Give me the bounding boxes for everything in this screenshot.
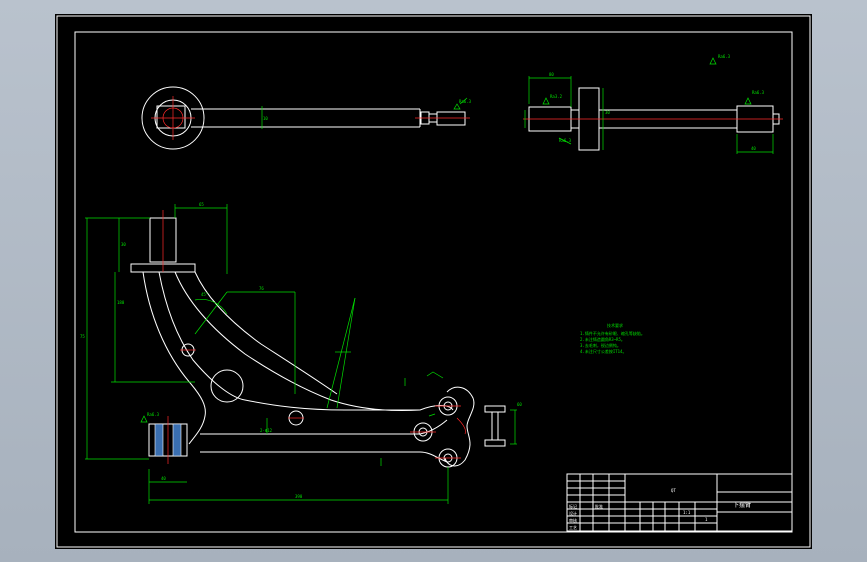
notes-line-1: 1.铸件不允许有砂眼、缩孔等缺陷。	[580, 330, 645, 336]
dim-top-right-h2: 30	[605, 110, 610, 115]
dim-main-upper-left: 30	[121, 242, 126, 247]
title-sheet: 1	[705, 517, 708, 522]
surface-mark-top-left: Ra6.3	[459, 99, 472, 104]
surface-mark-right-a: Ra3.2	[550, 94, 563, 99]
dim-top-right-h3: 40	[751, 146, 756, 151]
dim-main-mid: 76	[259, 286, 264, 291]
title-part-name: 下摆臂	[733, 501, 751, 509]
surface-mark-corner: Ra6.3	[718, 54, 731, 59]
dim-main-left-height-1: 180	[117, 300, 125, 305]
notes-line-2: 2.未注铸造圆角R3~R5。	[580, 336, 625, 342]
notes-line-3: 3.去毛刺，锐边倒钝。	[580, 342, 621, 348]
dim-main-hole-label: 2-Φ12	[260, 428, 273, 433]
dim-main-bottom: 390	[295, 494, 303, 499]
title-row-4: 工艺	[569, 525, 577, 530]
top-left-view: 10 Ra6.3	[141, 86, 472, 150]
dim-main-angle: 45°	[201, 292, 208, 297]
surface-mark-right-b: Ra6.3	[752, 90, 765, 95]
drawing-canvas: 10 Ra6.3 80 30 40 Ra3.2 Ra6.3 Ra6.3 Ra6.…	[56, 15, 811, 548]
cad-viewport: 10 Ra6.3 80 30 40 Ra3.2 Ra6.3 Ra6.3 Ra6.…	[0, 0, 867, 562]
title-scale: 1:1	[683, 510, 691, 515]
outer-frame	[56, 15, 811, 548]
dim-main-left-height-2: 75	[80, 334, 85, 339]
dim-top-right-h1: 80	[549, 72, 554, 77]
inner-frame	[74, 31, 793, 533]
title-row-1: 标记	[569, 503, 577, 509]
dim-main-right-height: 60	[517, 402, 522, 407]
title-row-2: 设计	[569, 510, 577, 516]
title-row-3: 审核	[569, 517, 577, 523]
notes-line-4: 4.未注尺寸公差按IT14。	[580, 348, 626, 354]
drawing-sheet: 10 Ra6.3 80 30 40 Ra3.2 Ra6.3 Ra6.3 Ra6.…	[55, 14, 812, 549]
dim-main-top: 65	[199, 202, 204, 207]
dim-lower-bottom: 40	[161, 476, 166, 481]
main-view: 60 Ra6.3 65 30 180 75 76 45° 2-Φ12 390 4…	[80, 202, 522, 504]
top-right-view: 80 30 40 Ra3.2 Ra6.3 Ra6.3 Ra6.3	[523, 54, 783, 154]
notes-title: 技术要求	[607, 322, 623, 328]
dim-top-left-width: 10	[263, 116, 268, 121]
technical-notes: 技术要求 1.铸件不允许有砂眼、缩孔等缺陷。 2.未注铸造圆角R3~R5。 3.…	[580, 322, 645, 354]
surface-mark-main-left: Ra6.3	[147, 412, 160, 417]
surface-mark-right-c: Ra6.3	[559, 138, 572, 143]
title-row-5: 批准	[595, 503, 603, 509]
title-material: QT	[671, 488, 676, 493]
title-block: 下摆臂 QT 1:1 1 标记 设计 审核 工艺 批准	[566, 473, 793, 532]
